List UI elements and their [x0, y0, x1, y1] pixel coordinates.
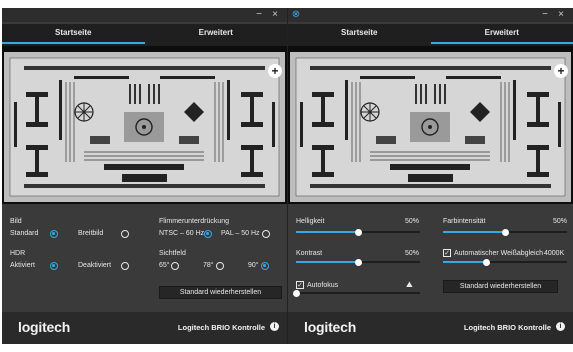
fov-78-label: 78°	[203, 262, 214, 269]
ntsc-label: NTSC – 60 Hz	[159, 230, 205, 237]
mountain-icon: ⛰	[406, 280, 413, 289]
minimize-button[interactable]: −	[539, 9, 551, 21]
weissabgleich-slider[interactable]	[443, 258, 567, 266]
slider-fill	[296, 261, 358, 263]
bild-title: Bild	[10, 218, 22, 225]
app-name: Logitech BRIO Kontrolle	[177, 323, 265, 332]
ntsc-radio[interactable]	[204, 230, 212, 238]
hdr-aktiviert-radio[interactable]	[50, 262, 58, 270]
tab-startseite[interactable]: Startseite	[288, 24, 431, 46]
tab-erweitert[interactable]: Erweitert	[145, 24, 288, 46]
right-titlebar: ⊗ − ×	[288, 8, 573, 22]
logitech-logo: logitech	[304, 319, 357, 335]
tab-erweitert[interactable]: Erweitert	[430, 24, 573, 46]
slider-fill	[443, 261, 487, 263]
slider-knob[interactable]	[501, 228, 509, 236]
weissabgleich-checkbox[interactable]: ✓	[443, 249, 451, 257]
slider-knob[interactable]	[354, 228, 362, 236]
slider-fill	[443, 231, 505, 233]
camera-preview: +	[288, 46, 573, 204]
reset-button[interactable]: Standard wiederherstellen	[159, 286, 282, 299]
bild-standard-radio[interactable]	[50, 230, 58, 238]
hdr-deaktiviert-label: Deaktiviert	[78, 262, 112, 269]
sichtfeld-title: Sichtfeld	[159, 250, 186, 257]
left-controls: Bild Standard Breitbild HDR Aktiviert De…	[2, 204, 287, 304]
fov-90-radio[interactable]	[261, 262, 269, 270]
slider-knob[interactable]	[354, 258, 362, 266]
pin-icon[interactable]: ⊗	[290, 9, 302, 21]
info-icon[interactable]: i	[270, 322, 279, 331]
camera-preview: +	[2, 46, 287, 204]
farbintensitaet-slider[interactable]	[443, 228, 567, 236]
hdr-deaktiviert-radio[interactable]	[121, 262, 129, 270]
left-window: − × Startseite Erweitert + Bild Standard…	[2, 8, 287, 344]
kontrast-value: 50%	[405, 250, 420, 257]
minimize-button[interactable]: −	[253, 9, 265, 21]
helligkeit-label: Helligkeit	[296, 218, 325, 225]
test-chart-image	[290, 52, 571, 202]
autofokus-checkbox[interactable]: ✓	[296, 281, 304, 289]
autofokus-slider[interactable]	[292, 289, 420, 297]
helligkeit-value: 50%	[405, 218, 420, 225]
pal-label: PAL – 50 Hz	[221, 230, 260, 237]
slider-knob[interactable]	[292, 289, 300, 297]
flimmer-title: Flimmerunterdrückung	[159, 218, 230, 225]
bild-breitbild-label: Breitbild	[78, 230, 104, 237]
app-name: Logitech BRIO Kontrolle	[463, 323, 551, 332]
farbintensitaet-label: Farbintensität	[443, 218, 486, 225]
weissabgleich-value: 4000K	[544, 250, 565, 257]
weissabgleich-label: Automatischer Weißabgleich	[454, 250, 543, 257]
kontrast-label: Kontrast	[296, 250, 323, 257]
autofokus-label: Autofokus	[307, 282, 339, 289]
reset-button[interactable]: Standard wiederherstellen	[443, 280, 558, 293]
slider-knob[interactable]	[482, 258, 490, 266]
test-chart-image	[4, 52, 285, 202]
slider-fill	[296, 231, 358, 233]
info-icon[interactable]: i	[556, 322, 565, 331]
logitech-logo: logitech	[18, 319, 71, 335]
helligkeit-slider[interactable]	[296, 228, 420, 236]
hdr-title: HDR	[10, 250, 26, 257]
right-tabbar: Startseite Erweitert	[288, 24, 573, 46]
fov-78-radio[interactable]	[216, 262, 224, 270]
right-controls: Helligkeit 50% Kontrast 50% ✓ Autofokus …	[288, 204, 573, 304]
hdr-aktiviert-label: Aktiviert	[10, 262, 35, 269]
bild-standard-label: Standard	[10, 230, 39, 237]
pal-radio[interactable]	[262, 230, 270, 238]
close-button[interactable]: ×	[555, 9, 567, 21]
tab-startseite[interactable]: Startseite	[2, 24, 145, 46]
right-window: ⊗ − × Startseite Erweitert + Helligkeit …	[287, 8, 573, 344]
fov-90-label: 90°	[248, 262, 259, 269]
zoom-icon[interactable]: +	[554, 64, 568, 78]
left-footer: logitech Logitech BRIO Kontrolle i	[2, 312, 287, 344]
farbintensitaet-value: 50%	[553, 218, 568, 225]
left-titlebar: − ×	[2, 8, 287, 22]
close-button[interactable]: ×	[269, 9, 281, 21]
zoom-icon[interactable]: +	[268, 64, 282, 78]
fov-65-radio[interactable]	[171, 262, 179, 270]
right-footer: logitech Logitech BRIO Kontrolle i	[288, 312, 573, 344]
bild-breitbild-radio[interactable]	[121, 230, 129, 238]
left-tabbar: Startseite Erweitert	[2, 24, 287, 46]
fov-65-label: 65°	[159, 262, 170, 269]
kontrast-slider[interactable]	[296, 258, 420, 266]
